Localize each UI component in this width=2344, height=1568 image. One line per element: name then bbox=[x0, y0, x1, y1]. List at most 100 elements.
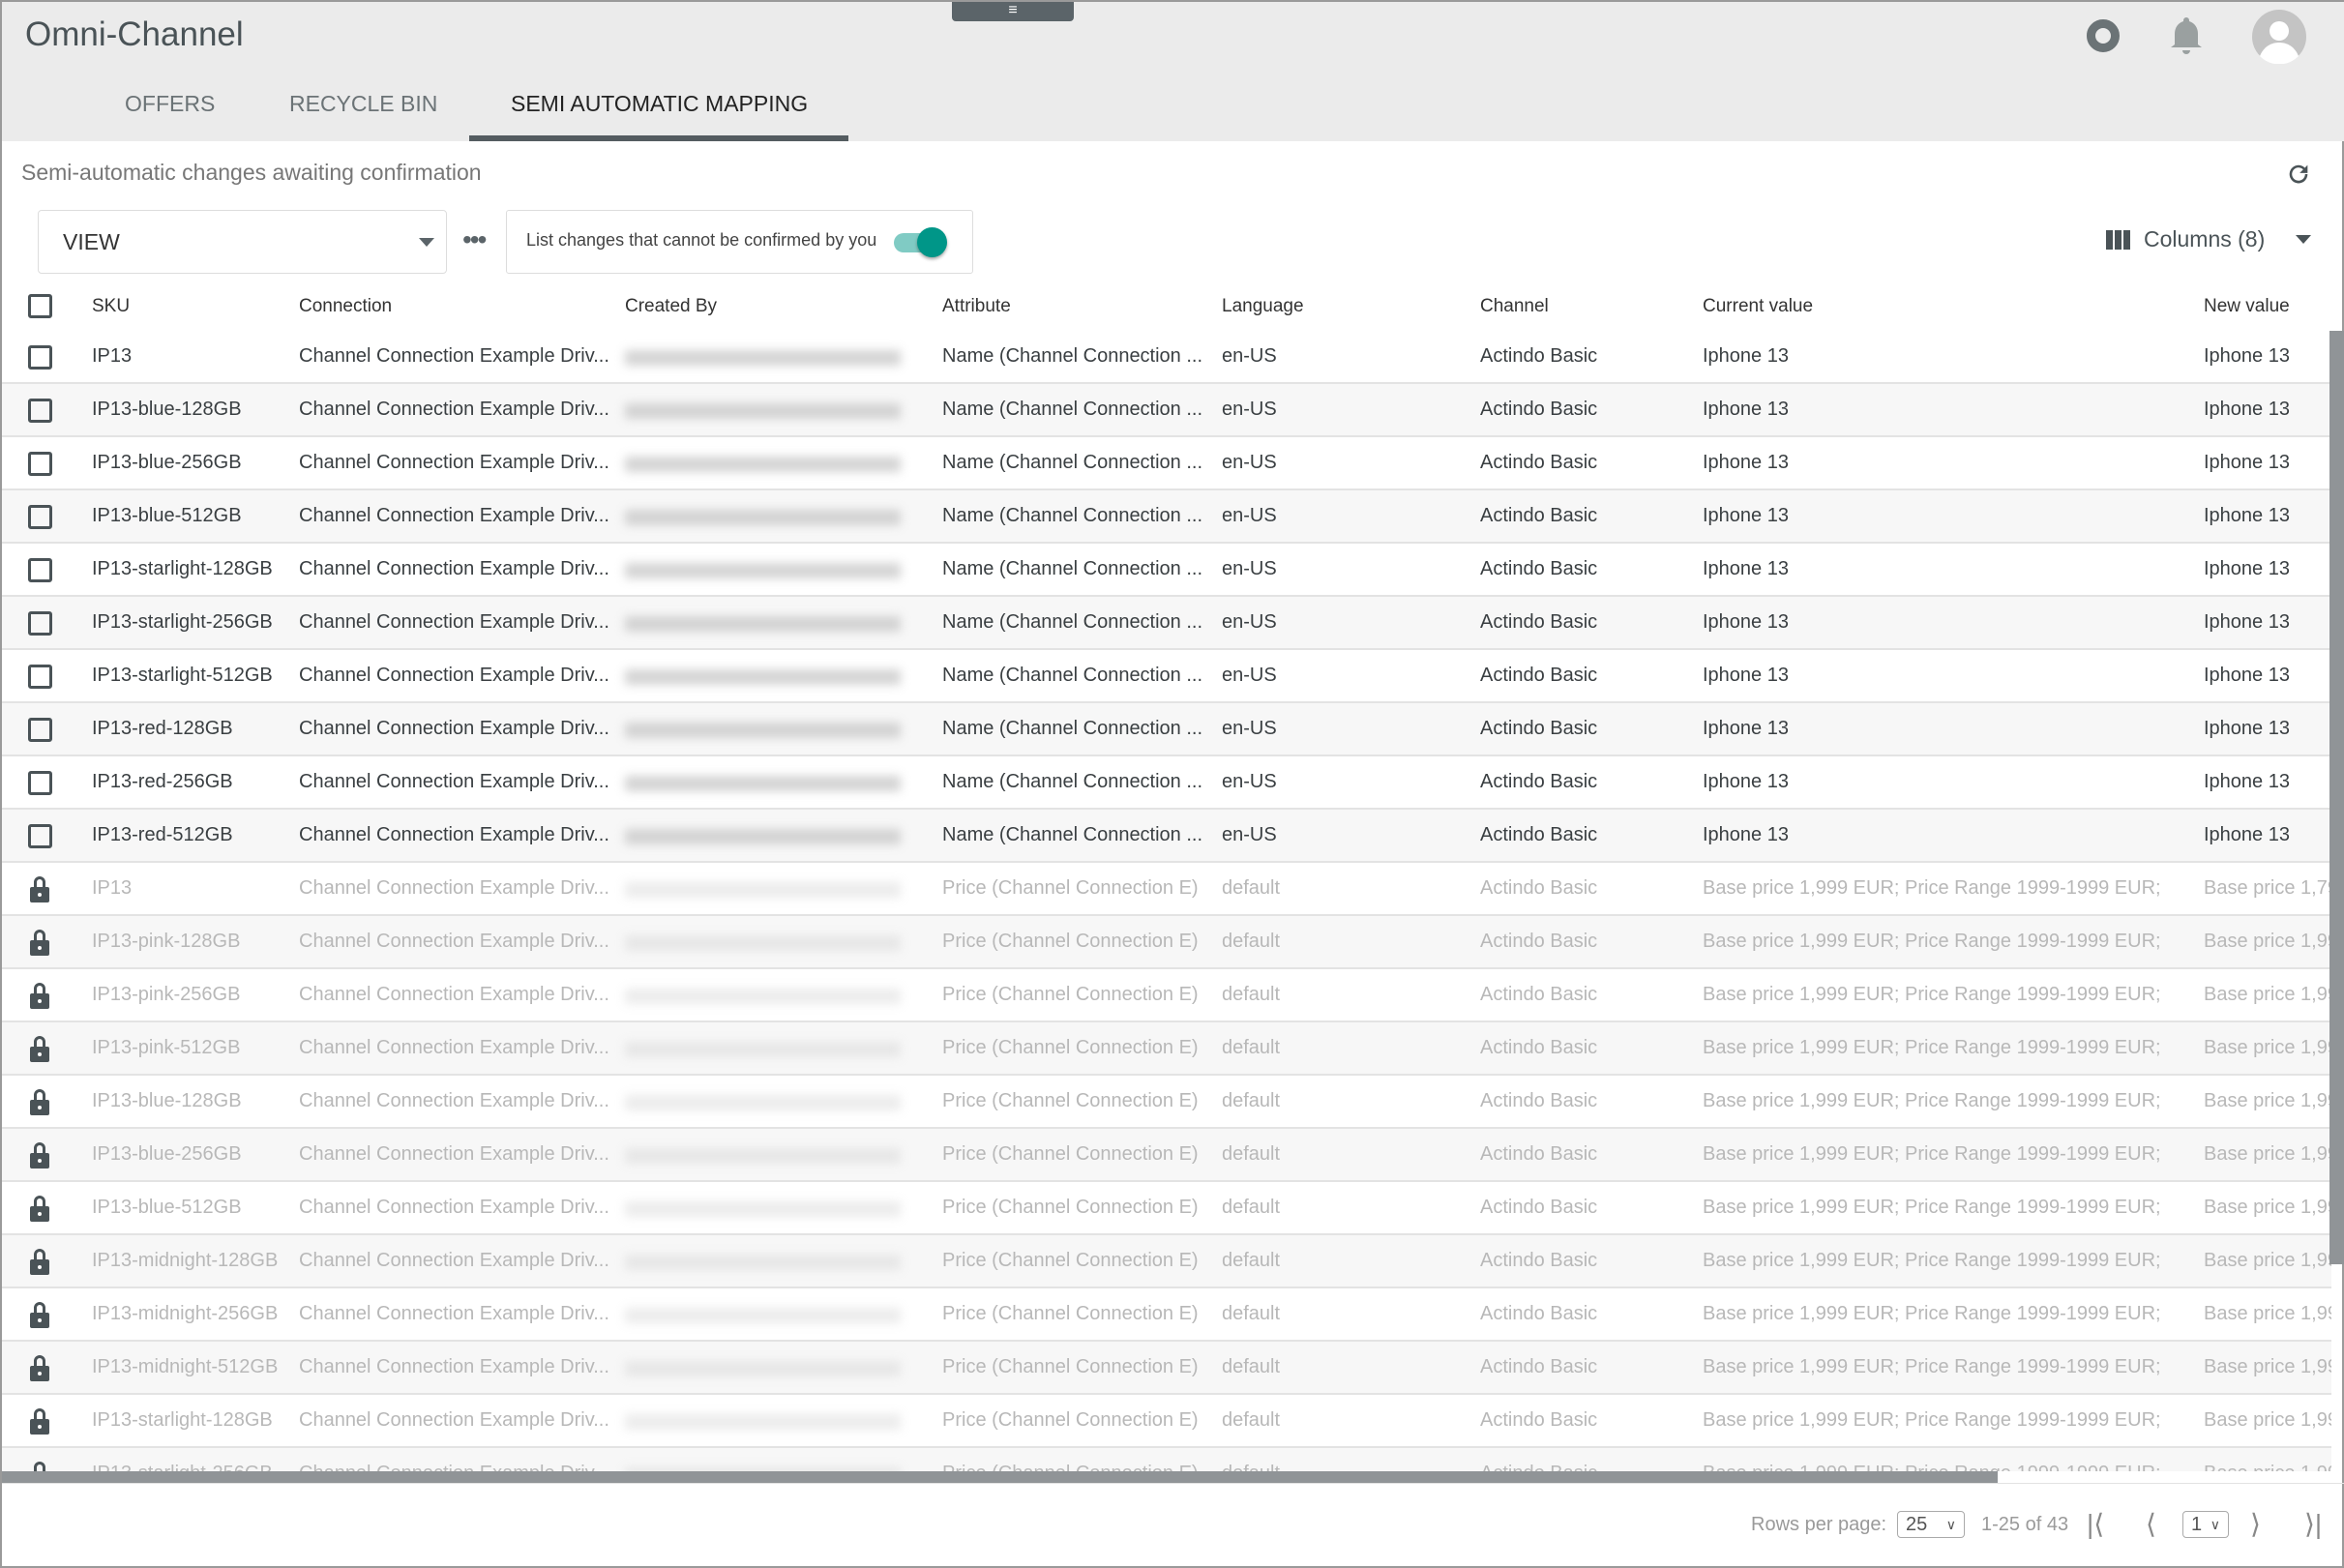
column-header-connection[interactable]: Connection bbox=[299, 282, 392, 331]
table-row[interactable]: IP13-blue-512GB Channel Connection Exampl… bbox=[2, 1182, 2331, 1235]
cell-language: en-US bbox=[1222, 558, 1277, 579]
menu-handle-button[interactable]: ≡ bbox=[952, 2, 1074, 21]
row-checkbox[interactable] bbox=[28, 399, 52, 423]
columns-button[interactable]: Columns (8) bbox=[2106, 226, 2312, 252]
lock-icon bbox=[30, 1089, 49, 1115]
lock-icon bbox=[34, 1462, 45, 1471]
cell-current: Iphone 13 bbox=[1703, 611, 1789, 633]
more-options-button[interactable]: ••• bbox=[462, 224, 487, 255]
cell-channel: Actindo Basic bbox=[1480, 984, 1598, 1005]
row-checkbox[interactable] bbox=[28, 718, 52, 742]
table-row[interactable]: IP13 Channel Connection Example Driv... Na… bbox=[2, 331, 2331, 384]
vertical-scrollbar[interactable] bbox=[2329, 331, 2344, 1264]
page-select[interactable]: 1 ∨ bbox=[2182, 1511, 2229, 1538]
row-checkbox[interactable] bbox=[28, 452, 52, 476]
cell-connection: Channel Connection Example Driv... bbox=[299, 1409, 608, 1431]
row-checkbox[interactable] bbox=[28, 824, 52, 848]
table-row[interactable]: IP13-midnight-256GB Channel Connection Ex… bbox=[2, 1288, 2331, 1342]
table-row[interactable]: IP13-starlight-128GB Channel Connection E… bbox=[2, 1395, 2331, 1448]
rows-per-page-select[interactable]: 25 ∨ bbox=[1897, 1511, 1965, 1538]
cell-sku: IP13-blue-256GB bbox=[92, 452, 242, 473]
row-checkbox[interactable] bbox=[28, 558, 52, 582]
table-row[interactable]: IP13-pink-256GB Channel Connection Exampl… bbox=[2, 969, 2331, 1022]
table-row[interactable]: IP13-starlight-512GB Channel Connection E… bbox=[2, 650, 2331, 703]
next-page-icon[interactable]: ⟩ bbox=[2250, 1507, 2261, 1542]
cell-sku: IP13-starlight-128GB bbox=[92, 558, 273, 579]
column-header-channel[interactable]: Channel bbox=[1480, 282, 1549, 331]
page-subtitle: Semi-automatic changes awaiting confirma… bbox=[21, 160, 482, 185]
toggle-label: List changes that cannot be confirmed by… bbox=[526, 230, 877, 250]
table-row[interactable]: IP13-red-128GB Channel Connection Example… bbox=[2, 703, 2331, 756]
refresh-icon[interactable] bbox=[2285, 161, 2312, 188]
cell-current: Base price 1,999 EUR; Price Range 1999-1… bbox=[1703, 1037, 2161, 1058]
lock-icon bbox=[30, 1355, 49, 1381]
created-by-redacted bbox=[625, 403, 901, 419]
table-row[interactable]: IP13-pink-512GB Channel Connection Exampl… bbox=[2, 1022, 2331, 1076]
cell-attribute: Price (Channel Connection E) bbox=[942, 1303, 1199, 1324]
horizontal-scrollbar[interactable] bbox=[2, 1471, 1998, 1483]
row-checkbox[interactable] bbox=[28, 771, 52, 795]
cell-current: Base price 1,999 EUR; Price Range 1999-1… bbox=[1703, 1356, 2161, 1377]
column-header-new-value[interactable]: New value bbox=[2204, 282, 2290, 331]
cell-language: default bbox=[1222, 1143, 1281, 1165]
cell-new: Base price 1,99 bbox=[2204, 1303, 2331, 1324]
table-row[interactable]: IP13-pink-128GB Channel Connection Exampl… bbox=[2, 916, 2331, 969]
column-header-created-by[interactable]: Created By bbox=[625, 282, 717, 331]
column-header-language[interactable]: Language bbox=[1222, 282, 1304, 331]
created-by-redacted bbox=[625, 1361, 901, 1376]
cell-sku: IP13-midnight-256GB bbox=[92, 1303, 279, 1324]
row-checkbox[interactable] bbox=[28, 345, 52, 370]
cell-current: Base price 1,999 EUR; Price Range 1999-1… bbox=[1703, 1448, 2161, 1471]
view-select[interactable]: VIEW bbox=[38, 210, 447, 274]
tab-recycle-bin[interactable]: RECYCLE BIN bbox=[289, 91, 437, 117]
created-by-redacted bbox=[625, 1148, 901, 1164]
column-header-attribute[interactable]: Attribute bbox=[942, 282, 1011, 331]
cell-connection: Channel Connection Example Driv... bbox=[299, 611, 608, 633]
cell-current: Base price 1,999 EUR; Price Range 1999-1… bbox=[1703, 1143, 2161, 1165]
table-row[interactable]: IP13-midnight-512GB Channel Connection Ex… bbox=[2, 1342, 2331, 1395]
rows-per-page-value: 25 bbox=[1906, 1514, 1928, 1535]
avatar-icon[interactable] bbox=[2252, 10, 2306, 64]
table-row[interactable]: IP13-blue-256GB Channel Connection Exampl… bbox=[2, 437, 2331, 490]
chevron-down-icon: ∨ bbox=[1945, 1517, 1956, 1532]
table-row[interactable]: IP13-starlight-128GB Channel Connection E… bbox=[2, 544, 2331, 597]
table-row[interactable]: IP13-red-256GB Channel Connection Example… bbox=[2, 756, 2331, 810]
cell-language: default bbox=[1222, 877, 1281, 899]
column-header-sku[interactable]: SKU bbox=[92, 282, 130, 331]
lock-icon bbox=[30, 1249, 49, 1275]
created-by-redacted bbox=[625, 989, 901, 1004]
table-row[interactable]: IP13-blue-128GB Channel Connection Exampl… bbox=[2, 384, 2331, 437]
last-page-icon[interactable]: ⟩| bbox=[2304, 1507, 2322, 1542]
cell-sku: IP13-blue-512GB bbox=[92, 505, 242, 526]
table-row[interactable]: IP13-blue-512GB Channel Connection Exampl… bbox=[2, 490, 2331, 544]
table-row[interactable]: IP13 Channel Connection Example Driv... Pr… bbox=[2, 863, 2331, 916]
row-checkbox[interactable] bbox=[28, 611, 52, 636]
row-checkbox[interactable] bbox=[28, 505, 52, 529]
table-row[interactable]: IP13-blue-128GB Channel Connection Exampl… bbox=[2, 1076, 2331, 1129]
table-row[interactable]: IP13-red-512GB Channel Connection Example… bbox=[2, 810, 2331, 863]
cell-language: default bbox=[1222, 1303, 1281, 1324]
table-row[interactable]: IP13-starlight-256GB Channel Connection E… bbox=[2, 597, 2331, 650]
table-row[interactable]: IP13-blue-256GB Channel Connection Exampl… bbox=[2, 1129, 2331, 1182]
table-row[interactable]: IP13-starlight-256GB Channel Connection E… bbox=[2, 1448, 2331, 1471]
first-page-icon[interactable]: |⟨ bbox=[2087, 1507, 2104, 1542]
cell-new: Base price 1,99 bbox=[2204, 1090, 2331, 1111]
column-header-current-value[interactable]: Current value bbox=[1703, 282, 1813, 331]
cell-connection: Channel Connection Example Driv... bbox=[299, 824, 608, 845]
cell-new: Base price 1,99 bbox=[2204, 1037, 2331, 1058]
cell-connection: Channel Connection Example Driv... bbox=[299, 1197, 608, 1218]
cell-attribute: Price (Channel Connection E) bbox=[942, 1356, 1199, 1377]
tab-semi-automatic-mapping[interactable]: SEMI AUTOMATIC MAPPING bbox=[511, 91, 808, 117]
list-unconfirmable-toggle[interactable] bbox=[894, 227, 947, 257]
select-all-checkbox[interactable] bbox=[28, 294, 52, 318]
created-by-redacted bbox=[625, 510, 901, 525]
cell-current: Base price 1,999 EUR; Price Range 1999-1… bbox=[1703, 931, 2161, 952]
table-row[interactable]: IP13-midnight-128GB Channel Connection Ex… bbox=[2, 1235, 2331, 1288]
cell-current: Iphone 13 bbox=[1703, 665, 1789, 686]
status-ring-icon[interactable] bbox=[2087, 19, 2120, 52]
bell-icon[interactable] bbox=[2169, 15, 2204, 56]
cell-current: Base price 1,999 EUR; Price Range 1999-1… bbox=[1703, 1250, 2161, 1271]
tab-offers[interactable]: OFFERS bbox=[125, 91, 215, 117]
row-checkbox[interactable] bbox=[28, 665, 52, 689]
previous-page-icon[interactable]: ⟨ bbox=[2146, 1507, 2156, 1542]
